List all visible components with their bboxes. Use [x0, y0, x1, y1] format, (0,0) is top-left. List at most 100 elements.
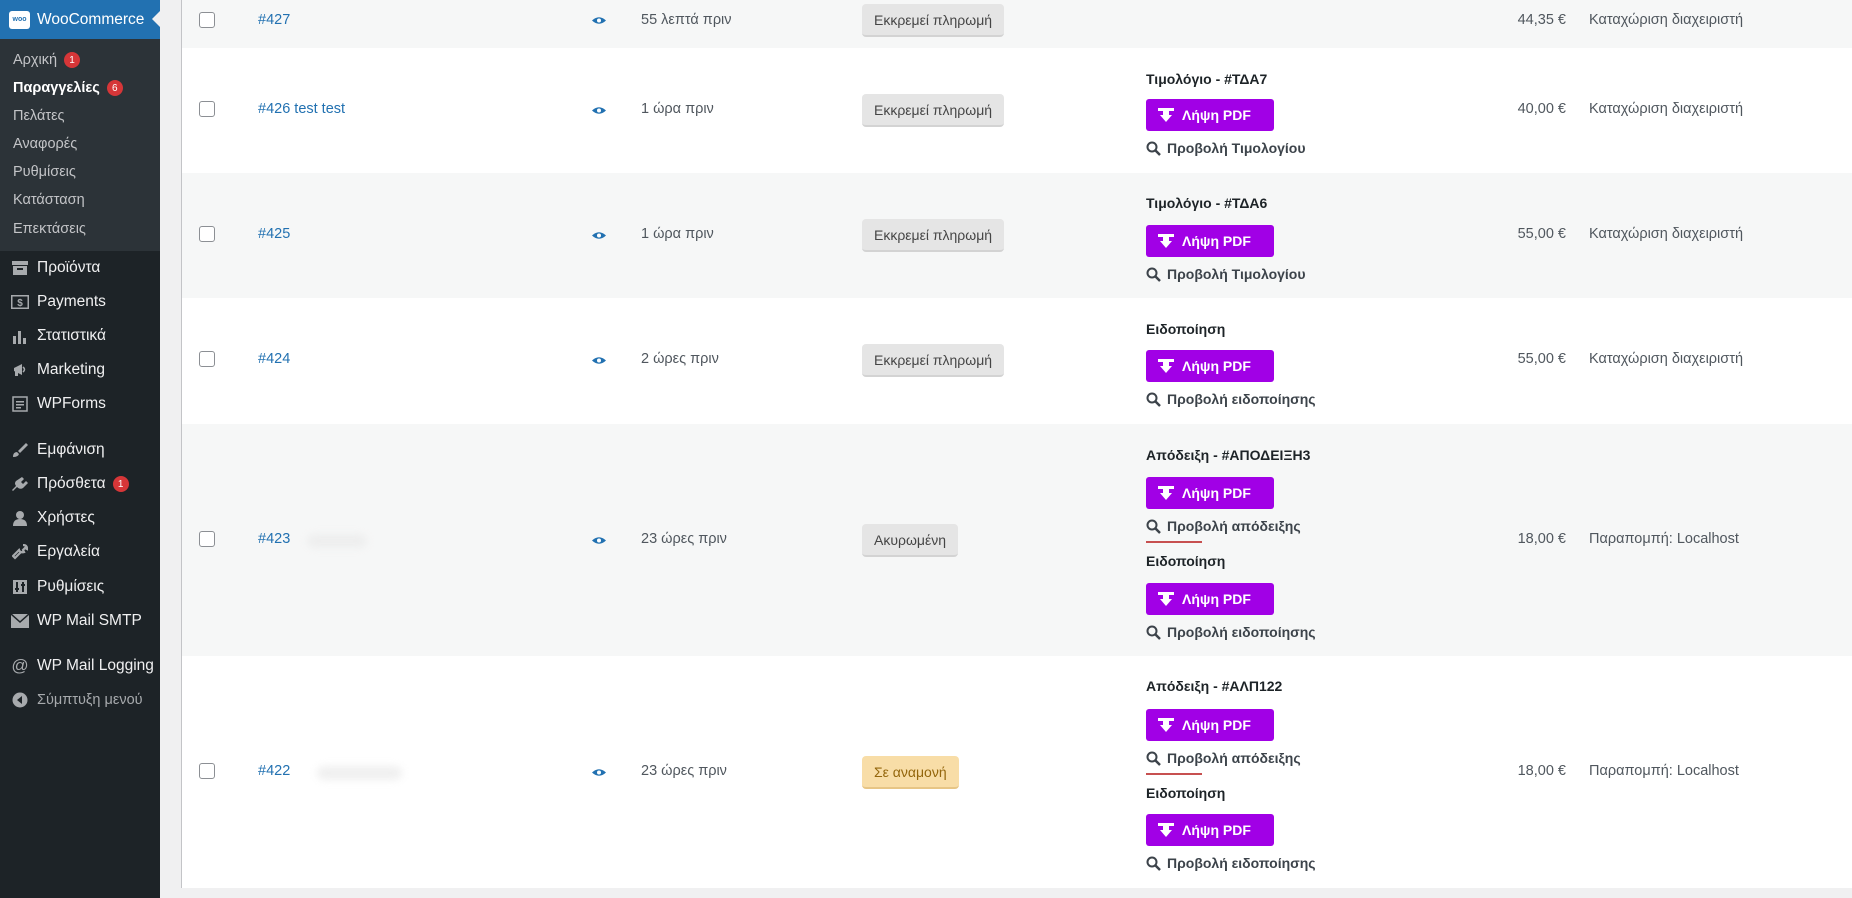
view-document-link[interactable]: Προβολή Τιμολογίου — [1146, 266, 1306, 282]
preview-eye-icon[interactable] — [592, 106, 606, 115]
download-pdf-button[interactable]: Λήψη PDF — [1146, 350, 1274, 382]
magnifier-icon — [1146, 267, 1161, 282]
woocommerce-submenu: Αρχική 1 Παραγγελίες 6 Πελάτες Αναφορές Ρυ… — [0, 39, 160, 251]
document-title: Απόδειξη - #ΑΛΠ122 — [1146, 678, 1283, 694]
download-icon — [1158, 823, 1174, 837]
document-separator — [1146, 773, 1202, 775]
download-pdf-button[interactable]: Λήψη PDF — [1146, 225, 1274, 257]
menu-item-tools[interactable]: Εργαλεία — [0, 538, 160, 566]
download-icon — [1158, 359, 1174, 373]
order-origin: Παραπομπή: Localhost — [1589, 763, 1739, 779]
view-document-link[interactable]: Προβολή απόδειξης — [1146, 518, 1301, 534]
order-date: 1 ώρα πριν — [641, 226, 714, 242]
submenu-item-settings[interactable]: Ρυθμίσεις — [13, 162, 76, 182]
document-title: Τιμολόγιο - #ΤΔΑ7 — [1146, 71, 1268, 87]
document-title: Τιμολόγιο - #ΤΔΑ6 — [1146, 195, 1268, 211]
download-icon — [1158, 592, 1174, 606]
document-title: Ειδοποίηση — [1146, 553, 1226, 569]
order-date: 55 λεπτά πριν — [641, 12, 732, 28]
admin-sidebar: woo WooCommerce Αρχική 1 Παραγγελίες 6 Πελ… — [0, 0, 160, 898]
preview-eye-icon[interactable] — [592, 536, 606, 545]
download-pdf-button[interactable]: Λήψη PDF — [1146, 477, 1274, 509]
collapse-menu-button[interactable]: Σύμπτυξη μενού — [0, 686, 160, 714]
order-number-link[interactable]: #423 — [258, 531, 290, 547]
order-date: 23 ώρες πριν — [641, 531, 727, 547]
row-checkbox[interactable] — [199, 226, 215, 242]
menu-item-stats[interactable]: Στατιστικά — [0, 322, 160, 350]
preview-eye-icon[interactable] — [592, 356, 606, 365]
menu-item-plugins[interactable]: Πρόσθετα 1 — [0, 470, 160, 498]
download-icon — [1158, 108, 1174, 122]
status-badge: Εκκρεμεί πληρωμή — [862, 219, 1005, 252]
menu-item-payments[interactable]: $ Payments — [0, 288, 160, 316]
redacted-customer-name — [317, 766, 402, 780]
download-icon — [1158, 718, 1174, 732]
table-row[interactable]: #423 23 ώρες πριν Ακυρωμένη Απόδειξη - #… — [182, 424, 1852, 656]
order-number-link[interactable]: #424 — [258, 351, 290, 367]
download-pdf-button[interactable]: Λήψη PDF — [1146, 583, 1274, 615]
row-checkbox[interactable] — [199, 12, 215, 28]
order-number-link[interactable]: #425 — [258, 226, 290, 242]
table-row[interactable]: #426 test test 1 ώρα πριν Εκκρεμεί πληρω… — [182, 48, 1852, 173]
menu-item-appearance[interactable]: Εμφάνιση — [0, 436, 160, 464]
users-icon — [11, 509, 29, 527]
submenu-item-home[interactable]: Αρχική 1 — [13, 50, 81, 70]
current-menu-arrow — [152, 11, 160, 27]
orders-table: #427 55 λεπτά πριν Εκκρεμεί πληρωμή 44,3… — [181, 0, 1852, 888]
download-icon — [1158, 234, 1174, 248]
status-badge: Εκκρεμεί πληρωμή — [862, 94, 1005, 127]
order-number-link[interactable]: #426 test test — [258, 101, 345, 117]
table-row[interactable]: #425 1 ώρα πριν Εκκρεμεί πληρωμή Τιμολόγ… — [182, 173, 1852, 298]
status-badge: Εκκρεμεί πληρωμή — [862, 344, 1005, 377]
submenu-item-status[interactable]: Κατάσταση — [13, 190, 85, 210]
view-document-link[interactable]: Προβολή ειδοποίησης — [1146, 391, 1316, 407]
wpforms-icon — [11, 395, 29, 413]
order-origin: Καταχώριση διαχειριστή — [1589, 226, 1744, 242]
download-pdf-button[interactable]: Λήψη PDF — [1146, 814, 1274, 846]
woocommerce-menu-header[interactable]: woo WooCommerce — [0, 0, 160, 39]
row-checkbox[interactable] — [199, 101, 215, 117]
status-badge: Ακυρωμένη — [862, 524, 958, 557]
products-icon — [11, 259, 29, 277]
preview-eye-icon[interactable] — [592, 768, 606, 777]
menu-item-wp-mail-logging[interactable]: @ WP Mail Logging — [0, 652, 160, 680]
preview-eye-icon[interactable] — [592, 231, 606, 240]
view-document-link[interactable]: Προβολή ειδοποίησης — [1146, 624, 1316, 640]
download-pdf-button[interactable]: Λήψη PDF — [1146, 709, 1274, 741]
download-icon — [1158, 486, 1174, 500]
submenu-item-customers[interactable]: Πελάτες — [13, 106, 65, 126]
table-row[interactable]: #422 23 ώρες πριν Σε αναμονή Απόδειξη - … — [182, 656, 1852, 888]
status-badge: Σε αναμονή — [862, 756, 959, 789]
magnifier-icon — [1146, 751, 1161, 766]
menu-item-users[interactable]: Χρήστες — [0, 504, 160, 532]
order-date: 1 ώρα πριν — [641, 101, 714, 117]
download-pdf-button[interactable]: Λήψη PDF — [1146, 99, 1274, 131]
table-row[interactable]: #424 2 ώρες πριν Εκκρεμεί πληρωμή Ειδοπο… — [182, 298, 1852, 424]
menu-item-wp-mail-smtp[interactable]: WP Mail SMTP — [0, 607, 160, 635]
table-row[interactable]: #427 55 λεπτά πριν Εκκρεμεί πληρωμή 44,3… — [182, 0, 1852, 48]
menu-item-products[interactable]: Προϊόντα — [0, 254, 160, 282]
view-document-link[interactable]: Προβολή ειδοποίησης — [1146, 855, 1316, 871]
menu-item-wpforms[interactable]: WPForms — [0, 390, 160, 418]
order-number-link[interactable]: #427 — [258, 12, 290, 28]
row-checkbox[interactable] — [199, 763, 215, 779]
submenu-item-orders[interactable]: Παραγγελίες 6 — [13, 78, 123, 98]
menu-item-settings[interactable]: Ρυθμίσεις — [0, 573, 160, 601]
order-total: 18,00 € — [1517, 763, 1566, 779]
magnifier-icon — [1146, 519, 1161, 534]
row-checkbox[interactable] — [199, 531, 215, 547]
menu-item-marketing[interactable]: Marketing — [0, 356, 160, 384]
preview-eye-icon[interactable] — [592, 16, 606, 25]
submenu-item-reports[interactable]: Αναφορές — [13, 134, 77, 154]
row-checkbox[interactable] — [199, 351, 215, 367]
payments-icon: $ — [11, 293, 29, 311]
stats-icon — [11, 327, 29, 345]
submenu-item-extensions[interactable]: Επεκτάσεις — [13, 219, 86, 239]
view-document-link[interactable]: Προβολή Τιμολογίου — [1146, 140, 1306, 156]
notification-badge: 1 — [112, 476, 129, 492]
view-document-link[interactable]: Προβολή απόδειξης — [1146, 750, 1301, 766]
status-badge: Εκκρεμεί πληρωμή — [862, 4, 1005, 37]
document-title: Ειδοποίηση — [1146, 785, 1226, 801]
order-number-link[interactable]: #422 — [258, 763, 290, 779]
collapse-arrow-icon — [11, 691, 29, 709]
